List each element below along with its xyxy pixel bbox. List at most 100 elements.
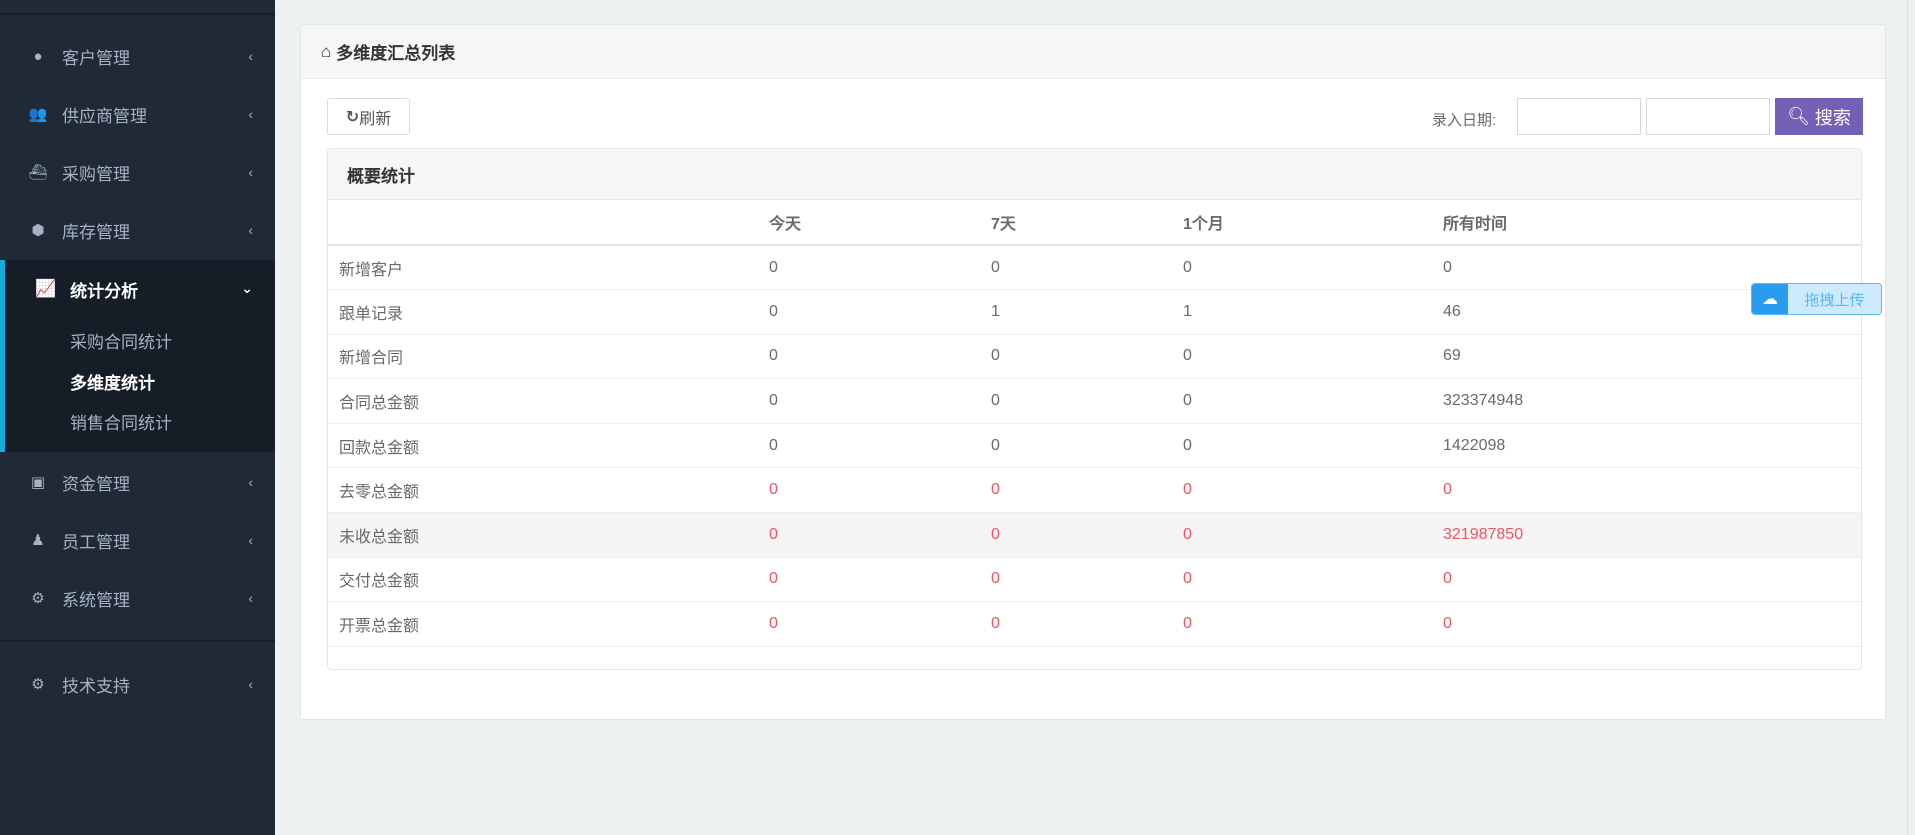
row-label: 开票总金额 (328, 601, 769, 647)
sidebar-item-statistics[interactable]: 📈 统计分析 ⌄ (5, 260, 275, 318)
money-icon: ▣ (30, 474, 46, 491)
row-label: 新增客户 (328, 245, 769, 291)
row-value: 0 (1183, 467, 1443, 514)
row-value: 0 (769, 245, 991, 291)
users-icon: 👥 (28, 106, 48, 123)
date-label: 录入日期: (1432, 112, 1497, 129)
row-value: 0 (1443, 601, 1861, 647)
table-row: 新增客户 0 0 0 0 (328, 245, 1861, 291)
date-from-input[interactable] (1517, 98, 1641, 135)
row-value: 0 (991, 378, 1183, 424)
table-row: 开票总金额 0 0 0 0 (328, 601, 1861, 647)
date-to-input[interactable] (1646, 98, 1770, 135)
sidebar-item-label: 采购管理 (62, 164, 130, 184)
cogs-icon: ⚙ (31, 590, 45, 607)
row-value: 1 (1183, 289, 1443, 335)
sidebar-item-system[interactable]: ⚙ 系统管理 ‹ (0, 569, 275, 627)
row-label: 回款总金额 (328, 423, 769, 469)
table-row: 新增合同 0 0 0 69 (328, 334, 1861, 380)
sidebar-item-label: 客户管理 (62, 48, 130, 68)
row-value: 0 (769, 423, 991, 469)
row-value: 0 (991, 245, 1183, 291)
row-value: 0 (991, 557, 1183, 603)
sidebar-item-label: 技术支持 (62, 676, 130, 696)
cloud-icon: ☁ (1752, 284, 1788, 314)
row-value: 0 (1183, 245, 1443, 291)
row-value: 0 (1443, 467, 1861, 514)
row-value: 0 (991, 334, 1183, 380)
table-row: 回款总金额 0 0 0 1422098 (328, 423, 1861, 469)
chevron-left-icon: ‹ (248, 222, 253, 238)
sidebar-subitem-multi-dimension-stats[interactable]: 多维度统计 (70, 369, 155, 394)
cube-icon: ⬢ (31, 222, 45, 239)
sidebar-item-label: 资金管理 (62, 474, 130, 494)
row-value: 0 (769, 334, 991, 380)
table-row: 跟单记录 0 1 1 46 (328, 289, 1861, 335)
row-value: 0 (1183, 378, 1443, 424)
chevron-left-icon: ‹ (248, 106, 253, 122)
row-value: 0 (1183, 557, 1443, 603)
search-button[interactable]: 🔍︎ 搜索 (1775, 98, 1863, 135)
panel-header: ⌂ 多维度汇总列表 (301, 25, 1885, 79)
refresh-button[interactable]: ↻ 刷新 (327, 98, 410, 135)
row-label: 交付总金额 (328, 557, 769, 603)
chevron-left-icon: ‹ (248, 590, 253, 606)
sidebar-item-purchase[interactable]: ⛴ 采购管理 ‹ (0, 143, 275, 201)
row-label: 新增合同 (328, 334, 769, 380)
sidebar-item-support[interactable]: ⚙ 技术支持 ‹ (0, 655, 275, 713)
row-value: 0 (769, 557, 991, 603)
row-value: 0 (1183, 423, 1443, 469)
sidebar-item-suppliers[interactable]: 👥 供应商管理 ‹ (0, 85, 275, 143)
row-value: 0 (769, 512, 991, 558)
summary-title: 概要统计 (328, 149, 1861, 200)
sidebar-subitem-purchase-contract-stats[interactable]: 采购合同统计 (70, 328, 172, 353)
sidebar-subitem-sales-contract-stats[interactable]: 销售合同统计 (70, 409, 172, 434)
row-label: 去零总金额 (328, 467, 769, 514)
row-label: 未收总金额 (328, 512, 769, 558)
row-value: 0 (991, 467, 1183, 514)
sidebar-item-label: 库存管理 (62, 222, 130, 242)
search-icon: 🔍︎ (1787, 106, 1810, 126)
column-header-1month: 1个月 (1183, 200, 1443, 246)
scrollbar[interactable] (1907, 0, 1915, 835)
refresh-label: 刷新 (359, 110, 392, 128)
chevron-left-icon: ‹ (248, 474, 253, 490)
table-row: 交付总金额 0 0 0 0 (328, 557, 1861, 603)
row-value: 0 (991, 512, 1183, 558)
drag-upload-widget[interactable]: ☁ 拖拽上传 (1751, 283, 1882, 315)
sidebar-item-label: 系统管理 (62, 590, 130, 610)
sidebar-item-label: 统计分析 (70, 281, 139, 301)
column-header-today: 今天 (769, 200, 991, 246)
upload-label: 拖拽上传 (1788, 284, 1881, 314)
page-title: 多维度汇总列表 (336, 44, 456, 63)
sidebar-section-statistics: 📈 统计分析 ⌄ 采购合同统计 多维度统计 销售合同统计 (0, 260, 275, 452)
table-header: 今天 7天 1个月 所有时间 (328, 200, 1861, 246)
table-row: 合同总金额 0 0 0 323374948 (328, 378, 1861, 424)
sidebar-item-label: 员工管理 (62, 532, 130, 552)
refresh-icon: ↻ (345, 108, 360, 126)
column-header (328, 200, 769, 246)
sidebar-item-customers[interactable]: ● 客户管理 ‹ (0, 27, 275, 85)
sidebar-item-employees[interactable]: ♟ 员工管理 ‹ (0, 511, 275, 569)
user-icon: ● (33, 47, 43, 65)
row-label: 跟单记录 (328, 289, 769, 335)
column-header-7days: 7天 (991, 200, 1183, 246)
row-value: 0 (769, 378, 991, 424)
sidebar-item-funds[interactable]: ▣ 资金管理 ‹ (0, 453, 275, 511)
row-value: 0 (769, 289, 991, 335)
row-value: 0 (1183, 334, 1443, 380)
sidebar-item-inventory[interactable]: ⬢ 库存管理 ‹ (0, 201, 275, 259)
divider (0, 640, 275, 642)
summary-panel: ⌂ 多维度汇总列表 ↻ 刷新 录入日期: 🔍︎ 搜索 概要统计 今天 7天 1个月 所… (300, 24, 1886, 720)
purchase-icon: ⛴ (28, 164, 48, 181)
chevron-left-icon: ‹ (248, 48, 253, 64)
chevron-left-icon: ‹ (248, 164, 253, 180)
row-label: 合同总金额 (328, 378, 769, 424)
chevron-left-icon: ‹ (248, 676, 253, 692)
row-value: 0 (991, 601, 1183, 647)
sidebar: ● 客户管理 ‹ 👥 供应商管理 ‹ ⛴ 采购管理 ‹ ⬢ 库存管理 ‹ 📈 统计分析 ⌄ 采购合同… (0, 0, 275, 835)
employee-icon: ♟ (31, 532, 45, 549)
divider (0, 13, 275, 15)
chevron-left-icon: ‹ (248, 532, 253, 548)
line-chart-icon: 📈 (35, 279, 57, 298)
